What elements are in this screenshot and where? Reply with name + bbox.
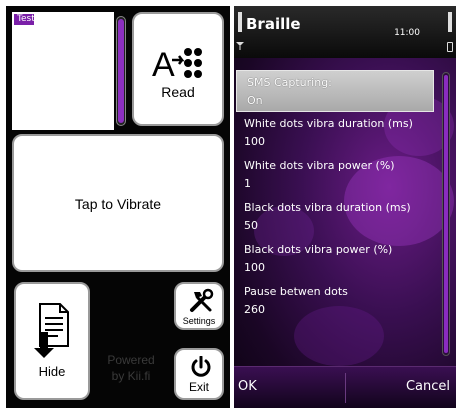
braille-main-screen: Test A Read Tap to Vibrate Hide Powered …: [6, 6, 230, 408]
setting-item-black-dots-duration[interactable]: Black dots vibra duration (ms) 50: [234, 196, 436, 238]
softkey-separator: [345, 373, 346, 403]
setting-label: White dots vibra power (%): [244, 159, 395, 172]
setting-item-pause-between-dots[interactable]: Pause betwen dots 260: [234, 280, 436, 322]
read-braille-icon: A: [152, 46, 202, 82]
powered-by-text: Powered by Kii.fi: [96, 352, 166, 384]
signal-icon: [236, 42, 244, 50]
settings-button-label: Settings: [182, 316, 216, 326]
setting-label: White dots vibra duration (ms): [244, 117, 413, 130]
message-text-area[interactable]: Test: [12, 12, 114, 130]
read-button-label: Read: [161, 84, 195, 100]
hide-button[interactable]: Hide: [14, 282, 90, 400]
text-scrollbar-thumb[interactable]: [118, 19, 124, 123]
screenshot-composite: Test A Read Tap to Vibrate Hide Powered …: [0, 0, 462, 414]
cancel-softkey[interactable]: Cancel: [406, 379, 450, 394]
title-bar: Braille 11:00: [234, 6, 456, 58]
setting-value: 100: [244, 135, 265, 148]
setting-label: Black dots vibra duration (ms): [244, 201, 411, 214]
battery-icon: [447, 42, 453, 52]
setting-item-white-dots-power[interactable]: White dots vibra power (%) 1: [234, 154, 436, 196]
setting-value: 50: [244, 219, 258, 232]
hide-button-label: Hide: [38, 364, 66, 379]
settings-scrollbar[interactable]: [442, 72, 450, 356]
setting-item-black-dots-power[interactable]: Black dots vibra power (%) 100: [234, 238, 436, 280]
tap-to-vibrate-area[interactable]: Tap to Vibrate: [12, 134, 224, 272]
battery-level-bar: [448, 12, 452, 32]
ok-softkey[interactable]: OK: [238, 379, 257, 394]
setting-label: SMS Capturing:: [247, 76, 332, 89]
tools-icon: [190, 288, 214, 312]
status-clock: 11:00: [394, 28, 420, 38]
setting-label: Black dots vibra power (%): [244, 243, 393, 256]
powered-line-2: by Kii.fi: [111, 369, 151, 383]
screen-title: Braille: [246, 15, 301, 33]
settings-scrollbar-thumb[interactable]: [444, 75, 448, 353]
document-arrow-icon: [34, 303, 69, 358]
setting-label: Pause betwen dots: [244, 285, 348, 298]
tap-to-vibrate-label: Tap to Vibrate: [74, 196, 162, 212]
exit-button-label: Exit: [188, 380, 209, 394]
selected-text: Test: [14, 14, 35, 25]
setting-value: On: [247, 94, 263, 107]
setting-item-white-dots-duration[interactable]: White dots vibra duration (ms) 100: [234, 112, 436, 154]
svg-text:A: A: [152, 46, 175, 82]
setting-value: 260: [244, 303, 265, 316]
exit-button[interactable]: Exit: [174, 348, 224, 400]
signal-strength-bar: [238, 12, 242, 32]
power-icon: [191, 356, 211, 377]
setting-value: 1: [244, 177, 251, 190]
braille-settings-screen: Braille 11:00 SMS Capturing: On White do…: [234, 6, 456, 408]
read-button[interactable]: A Read: [132, 12, 224, 126]
settings-list: SMS Capturing: On White dots vibra durat…: [234, 70, 436, 322]
settings-button[interactable]: Settings: [174, 282, 224, 330]
setting-item-sms-capturing[interactable]: SMS Capturing: On: [236, 70, 434, 112]
text-scrollbar[interactable]: [116, 16, 126, 126]
softkey-bar: OK Cancel: [234, 366, 456, 408]
powered-line-1: Powered: [107, 353, 155, 367]
setting-value: 100: [244, 261, 265, 274]
